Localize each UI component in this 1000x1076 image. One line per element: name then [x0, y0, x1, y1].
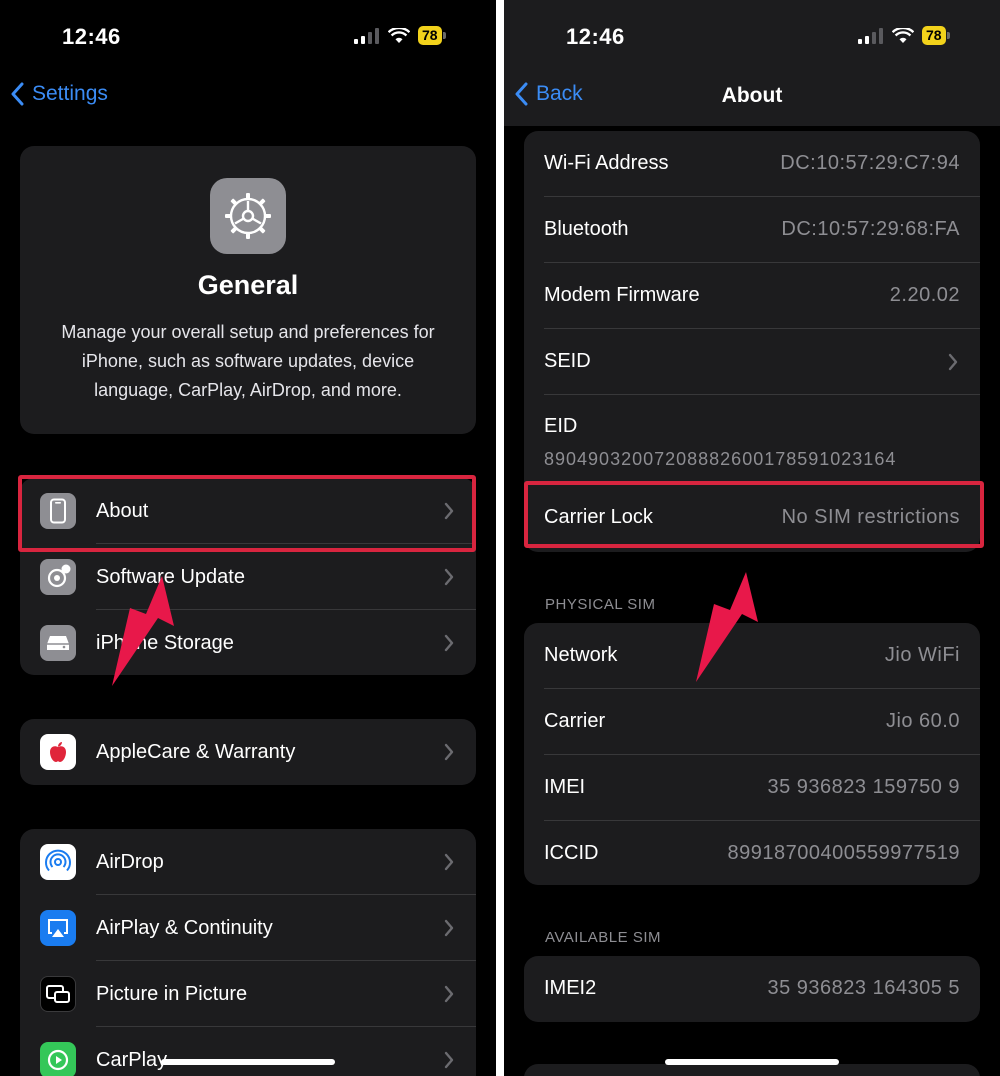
settings-group-applecare: AppleCare & Warranty — [20, 719, 476, 785]
battery-level: 78 — [418, 26, 442, 45]
carplay-icon — [40, 1042, 76, 1076]
info-row-imei: IMEI 35 936823 159750 9 — [524, 755, 980, 821]
cellular-signal-icon — [858, 27, 883, 44]
home-indicator — [161, 1059, 335, 1065]
info-row-iccid: ICCID 8991870040055997751​9 — [524, 821, 980, 885]
status-bar: 12:46 78 — [504, 0, 1000, 70]
general-settings-screen: 12:46 78 Settings General Manage your ov… — [0, 0, 496, 1076]
navigation-bar: Settings — [0, 70, 496, 126]
info-value[interactable]: Jio WiFi — [885, 644, 960, 667]
row-label: AirDrop — [96, 850, 164, 873]
battery-tip — [442, 32, 446, 39]
chevron-right-icon — [444, 919, 454, 937]
chevron-right-icon — [444, 568, 454, 586]
gear-badge-icon — [40, 559, 76, 595]
row-label: AppleCare & Warranty — [96, 740, 296, 763]
battery-tip — [946, 32, 950, 39]
chevron-right-icon — [444, 853, 454, 871]
info-row-seid[interactable]: SEID — [524, 329, 980, 395]
wifi-icon — [388, 27, 410, 43]
settings-row-applecare[interactable]: AppleCare & Warranty — [20, 719, 476, 785]
info-row-bluetooth: Bluetooth DC:10:57:29:68:FA — [524, 197, 980, 263]
info-row-wifi-address: Wi-Fi Address DC:10:57:29:C7:94 — [524, 131, 980, 197]
back-button-label: Settings — [32, 82, 108, 105]
info-value[interactable]: DC:10:57:29:C7:94 — [780, 152, 960, 175]
page-description: Manage your overall setup and preference… — [61, 322, 435, 400]
cellular-signal-icon — [354, 27, 379, 44]
settings-row-carplay[interactable]: CarPlay — [20, 1027, 476, 1076]
available-sim-card: IMEI2 35 936823 164305 5 — [524, 956, 980, 1022]
info-row-eid: EID 89049032007208882600178591023164 — [524, 395, 980, 485]
next-section-card — [524, 1064, 980, 1076]
back-button[interactable]: Settings — [10, 82, 108, 106]
about-screen: 12:46 78 About Back Wi-Fi Address DC:10:… — [504, 0, 1000, 1076]
navigation-bar: About Back — [504, 70, 1000, 126]
chevron-left-icon — [515, 82, 528, 106]
settings-row-picture-in-picture[interactable]: Picture in Picture — [20, 961, 476, 1027]
info-value[interactable]: 2.20.02 — [890, 284, 960, 307]
chevron-right-icon — [444, 634, 454, 652]
chevron-right-icon — [948, 353, 958, 371]
chevron-right-icon — [444, 743, 454, 761]
settings-row-airplay[interactable]: AirPlay & Continuity — [20, 895, 476, 961]
chevron-left-icon — [11, 82, 24, 106]
info-label: Network — [544, 644, 618, 666]
info-label: IMEI2 — [544, 977, 597, 999]
status-icons: 78 — [354, 26, 446, 45]
info-value[interactable]: 35 936823 159750 9 — [767, 776, 960, 799]
back-button[interactable]: Back — [514, 82, 583, 106]
info-label: EID — [544, 415, 578, 437]
picture-in-picture-icon — [40, 976, 76, 1012]
pointer-arrow-icon — [112, 576, 174, 686]
row-label: Picture in Picture — [96, 982, 248, 1005]
status-time: 12:46 — [62, 24, 121, 49]
info-value[interactable]: 8991870040055997751​9 — [728, 842, 960, 865]
settings-row-airdrop[interactable]: AirDrop — [20, 829, 476, 895]
row-label: AirPlay & Continuity — [96, 916, 273, 939]
section-header-available-sim: AVAILABLE SIM — [545, 929, 661, 946]
back-button-label: Back — [536, 82, 583, 105]
settings-row-iphone-storage[interactable]: iPhone Storage — [20, 610, 476, 675]
storage-drive-icon — [40, 625, 76, 661]
row-label: CarPlay — [96, 1048, 168, 1071]
settings-row-software-update[interactable]: Software Update — [20, 544, 476, 610]
chevron-right-icon — [444, 985, 454, 1003]
info-row-carrier: Carrier Jio 60.0 — [524, 689, 980, 755]
carrier-lock-highlight-box — [524, 481, 984, 548]
info-label: Modem Firmware — [544, 284, 700, 306]
battery-indicator: 78 — [922, 26, 950, 45]
info-label: SEID — [544, 350, 591, 372]
battery-level: 78 — [922, 26, 946, 45]
settings-group-connectivity: AirDrop AirPlay & Continuity Picture in … — [20, 829, 476, 1076]
general-header-card: General Manage your overall setup and pr… — [20, 146, 476, 434]
info-value[interactable]: DC:10:57:29:68:FA — [781, 218, 960, 241]
about-highlight-box — [18, 475, 476, 552]
apple-logo-icon — [40, 734, 76, 770]
info-value[interactable]: 89049032007208882600178591023164 — [544, 449, 896, 470]
info-value[interactable]: 35 936823 164305 5 — [767, 977, 960, 1000]
airplay-icon — [40, 910, 76, 946]
settings-gear-icon — [210, 178, 286, 254]
status-bar: 12:46 78 — [0, 0, 496, 70]
info-value[interactable]: Jio 60.0 — [886, 710, 960, 733]
info-label: Carrier — [544, 710, 606, 732]
status-icons: 78 — [858, 26, 950, 45]
status-time: 12:46 — [566, 24, 625, 49]
page-title: General — [197, 270, 299, 300]
wifi-icon — [892, 27, 914, 43]
info-label: Wi-Fi Address — [544, 152, 669, 174]
info-label: Bluetooth — [544, 218, 629, 240]
info-row-modem-firmware: Modem Firmware 2.20.02 — [524, 263, 980, 329]
airdrop-icon — [40, 844, 76, 880]
chevron-right-icon — [444, 1051, 454, 1069]
home-indicator — [665, 1059, 839, 1065]
pointer-arrow-icon — [696, 572, 758, 682]
info-label: IMEI — [544, 776, 586, 798]
info-row-imei2: IMEI2 35 936823 164305 5 — [524, 956, 980, 1022]
info-label: ICCID — [544, 842, 599, 864]
section-header-physical-sim: PHYSICAL SIM — [545, 596, 656, 613]
battery-indicator: 78 — [418, 26, 446, 45]
